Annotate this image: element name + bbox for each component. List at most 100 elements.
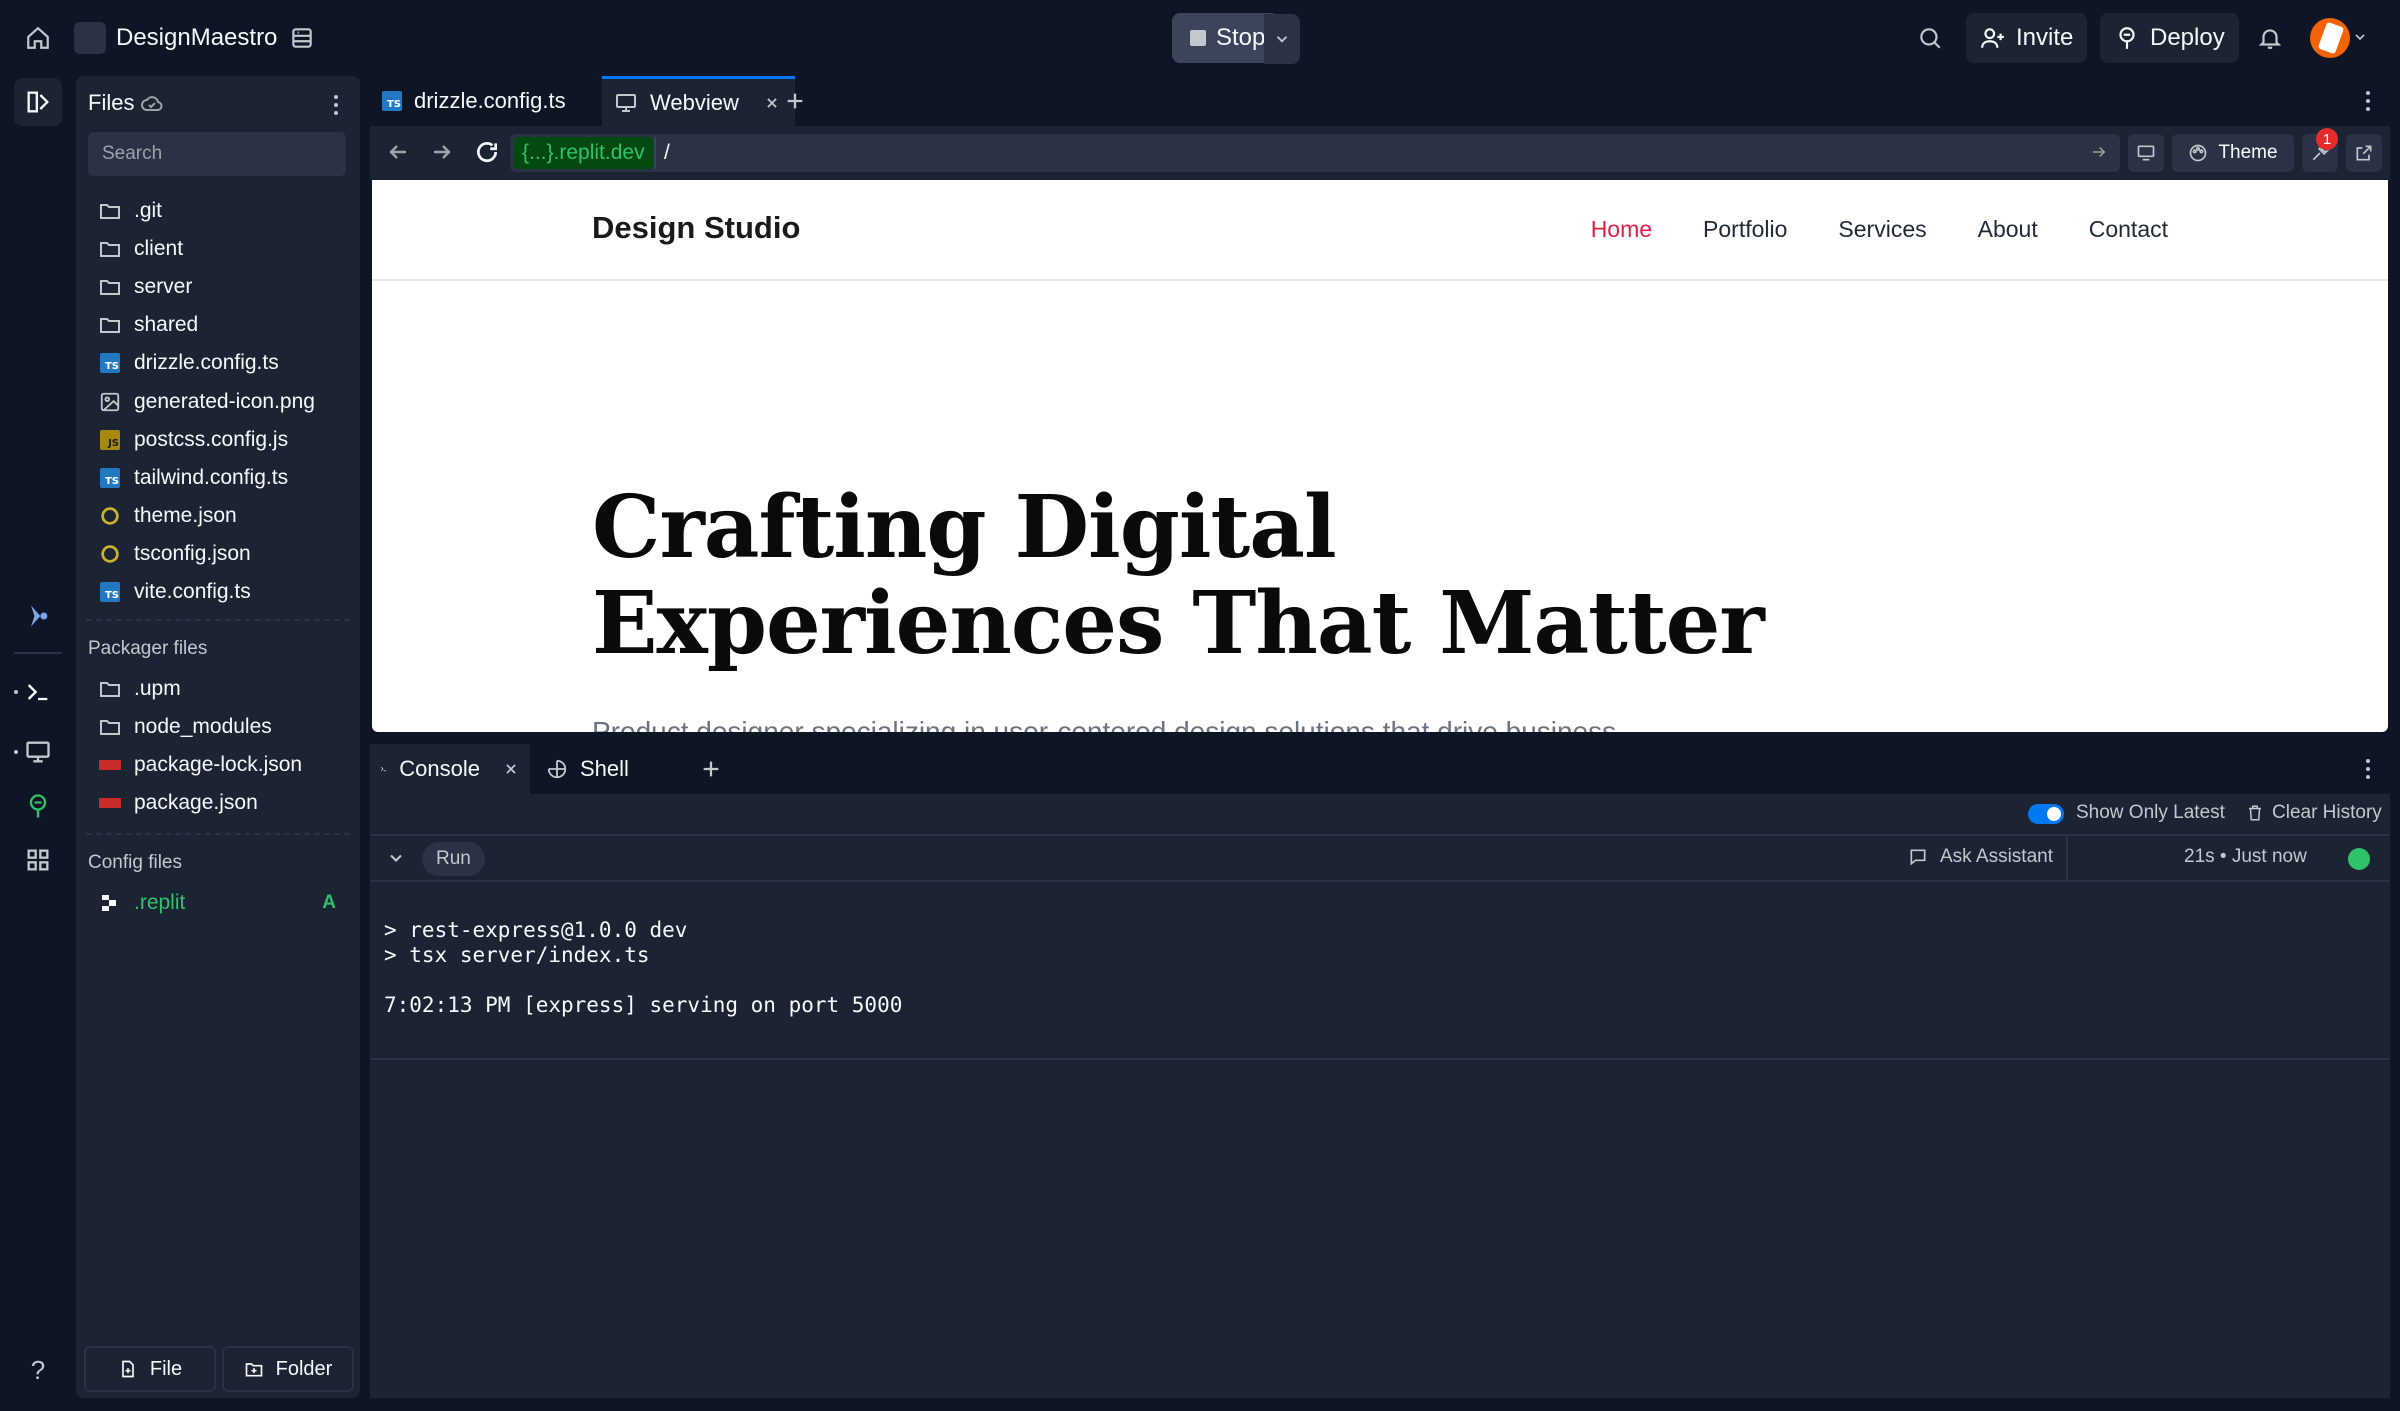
- clear-history-button[interactable]: Clear History: [2246, 802, 2382, 824]
- file-row[interactable]: tsconfig.json: [86, 535, 350, 573]
- user-avatar[interactable]: [2310, 18, 2350, 58]
- show-only-latest-toggle[interactable]: [2028, 804, 2064, 824]
- npm-file-icon: [98, 791, 122, 815]
- file-name: vite.config.ts: [134, 580, 251, 603]
- file-row[interactable]: .git: [86, 192, 350, 230]
- folder-icon: [98, 237, 122, 261]
- ask-assistant-button[interactable]: Ask Assistant: [1908, 846, 2053, 868]
- database-icon[interactable]: [278, 14, 326, 62]
- file-row[interactable]: theme.json: [86, 497, 350, 535]
- pane-menu-icon[interactable]: [2356, 756, 2380, 782]
- close-tab-icon[interactable]: [504, 762, 518, 776]
- project-name[interactable]: DesignMaestro: [116, 22, 277, 54]
- file-name: tailwind.config.ts: [134, 465, 289, 489]
- json-file-icon: [98, 504, 122, 528]
- search-input[interactable]: Search: [88, 132, 346, 176]
- file-name: package-lock.json: [134, 753, 303, 777]
- new-folder-button[interactable]: Folder: [222, 1346, 354, 1392]
- console-line: 7:02:13 PM [express] serving on port 500…: [384, 993, 903, 1017]
- file-row[interactable]: node_modules: [86, 708, 350, 746]
- site-nav-item-services[interactable]: Services: [1838, 216, 1926, 243]
- run-options-chevron-icon[interactable]: [1264, 14, 1300, 64]
- files-panel: Files Search .git client server shared TS dri…: [76, 76, 360, 1398]
- search-icon[interactable]: [1906, 14, 1954, 62]
- webview-icon[interactable]: [14, 728, 62, 776]
- files-icon[interactable]: [14, 78, 62, 126]
- collapse-chevron-icon[interactable]: [386, 848, 406, 868]
- reload-icon[interactable]: [474, 139, 500, 165]
- agent-icon[interactable]: [14, 592, 62, 640]
- close-tab-icon[interactable]: [765, 96, 779, 110]
- url-path-input[interactable]: /: [654, 137, 670, 169]
- ts-file-icon: TS: [98, 351, 122, 375]
- console-icon[interactable]: [14, 668, 62, 716]
- file-row[interactable]: client: [86, 230, 350, 268]
- rail-divider: [14, 652, 62, 654]
- file-row-replit[interactable]: .replit A: [86, 884, 350, 922]
- files-menu-icon[interactable]: [324, 90, 348, 120]
- console-output: > rest-express@1.0.0 dev > tsx server/ind…: [384, 918, 902, 1018]
- go-arrow-icon[interactable]: [2090, 143, 2108, 161]
- back-arrow-icon[interactable]: [386, 140, 410, 164]
- site-nav-item-home[interactable]: Home: [1591, 216, 1652, 243]
- new-file-button[interactable]: File: [84, 1346, 216, 1392]
- open-new-window-icon[interactable]: [2346, 134, 2382, 172]
- deploy-button[interactable]: Deploy: [2100, 13, 2239, 63]
- home-icon[interactable]: [14, 14, 62, 62]
- file-name: server: [134, 275, 193, 299]
- site-nav-item-about[interactable]: About: [1978, 216, 2038, 243]
- file-row[interactable]: TS drizzle.config.ts: [86, 344, 350, 382]
- packager-files-label: Packager files: [88, 638, 208, 659]
- folder-icon: [98, 313, 122, 337]
- file-name: client: [134, 237, 184, 261]
- replit-file-icon: [98, 891, 122, 915]
- file-name: .upm: [134, 677, 181, 700]
- pane-menu-icon[interactable]: [2356, 88, 2380, 114]
- tab-drizzle-config[interactable]: TS drizzle.config.ts: [370, 76, 578, 126]
- domain-badge: {...}.replit.dev: [514, 137, 653, 169]
- file-row[interactable]: package.json: [86, 784, 350, 822]
- file-row[interactable]: TS vite.config.ts: [86, 573, 350, 611]
- file-row[interactable]: .upm: [86, 670, 350, 708]
- help-icon[interactable]: ?: [14, 1346, 62, 1394]
- file-row[interactable]: shared: [86, 306, 350, 344]
- console-panel: Show Only Latest Clear History Run Ask A…: [370, 794, 2390, 1398]
- ts-file-icon: TS: [98, 466, 122, 490]
- all-tools-icon[interactable]: [14, 836, 62, 884]
- sync-check-icon: [140, 92, 164, 116]
- new-folder-icon: [245, 1363, 262, 1377]
- forward-arrow-icon[interactable]: [430, 140, 454, 164]
- file-row[interactable]: package-lock.json: [86, 746, 350, 784]
- invite-button[interactable]: Invite: [1966, 13, 2088, 63]
- new-tab-plus-icon[interactable]: [700, 758, 722, 780]
- status-dot: [2348, 848, 2370, 870]
- url-bar[interactable]: {...}.replit.dev /: [510, 134, 2120, 172]
- run-badge: Run: [422, 842, 485, 876]
- deployments-icon[interactable]: [14, 782, 62, 830]
- tab-console[interactable]: Console: [370, 744, 530, 794]
- site-nav-item-contact[interactable]: Contact: [2089, 216, 2168, 243]
- file-row[interactable]: JS postcss.config.js: [86, 421, 350, 459]
- console-tab-bar: Console Shell: [370, 744, 2390, 794]
- divider: [2066, 836, 2068, 880]
- project-avatar[interactable]: [74, 22, 106, 54]
- file-name: tsconfig.json: [134, 541, 251, 565]
- left-rail: ?: [0, 76, 76, 1411]
- tab-shell[interactable]: Shell: [534, 744, 674, 794]
- device-toggle-icon[interactable]: [2128, 134, 2164, 172]
- new-tab-plus-icon[interactable]: [784, 90, 806, 112]
- tab-webview[interactable]: Webview: [602, 76, 795, 126]
- site-nav-item-portfolio[interactable]: Portfolio: [1703, 216, 1787, 243]
- account-chevron-icon[interactable]: [2348, 22, 2372, 52]
- site-brand[interactable]: Design Studio: [592, 210, 800, 246]
- active-dot: [14, 690, 18, 694]
- file-row[interactable]: generated-icon.png: [86, 383, 350, 421]
- files-title: Files: [88, 90, 135, 115]
- theme-button[interactable]: Theme: [2172, 134, 2294, 172]
- file-row[interactable]: server: [86, 268, 350, 306]
- folder-icon: [98, 677, 122, 701]
- file-name: shared: [134, 313, 199, 337]
- bell-icon[interactable]: [2246, 14, 2294, 62]
- file-row[interactable]: TS tailwind.config.ts: [86, 459, 350, 497]
